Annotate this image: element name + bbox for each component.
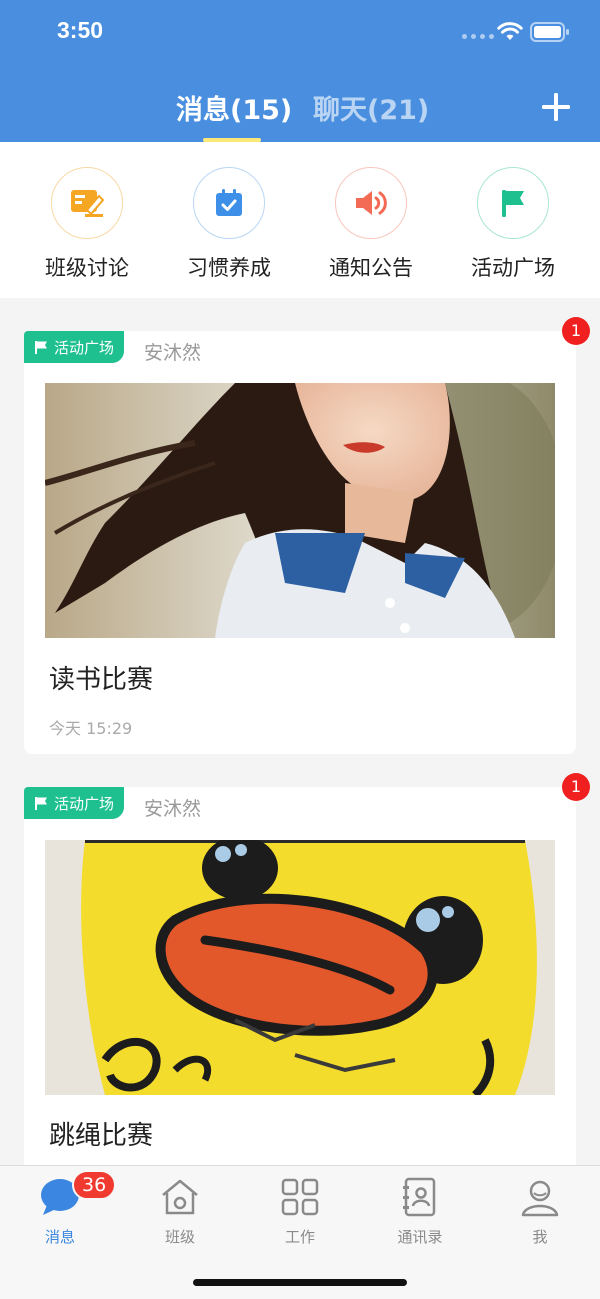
activity-tag: 活动广场: [24, 331, 125, 363]
tab-bar-me[interactable]: 我: [480, 1176, 600, 1247]
add-button[interactable]: [541, 92, 571, 122]
feed-card[interactable]: 活动广场 安沐然 1 读书比赛 今天 15:29: [24, 317, 590, 754]
card-time: 今天 15:29: [49, 719, 133, 738]
category-label: 习惯养成: [187, 256, 271, 280]
card-image[interactable]: [45, 840, 555, 1095]
top-tabs: 消息(15) 聊天(21): [0, 84, 600, 142]
discussion-icon: [51, 167, 123, 239]
status-bar: 3:50: [0, 0, 600, 64]
contacts-icon: [360, 1176, 480, 1218]
tab-bar-label: 我: [532, 1228, 548, 1246]
card-title: 跳绳比赛: [49, 1121, 154, 1151]
calendar-check-icon: [193, 167, 265, 239]
tab-bar-label: 班级: [164, 1228, 195, 1246]
tab-bar-label: 工作: [284, 1228, 315, 1246]
category-label: 班级讨论: [45, 256, 129, 280]
category-label: 通知公告: [329, 256, 413, 280]
card-title: 读书比赛: [49, 665, 154, 695]
category-label: 活动广场: [471, 256, 555, 280]
author-name: 安沐然: [144, 798, 202, 820]
tab-bar-label: 通讯录: [397, 1228, 443, 1246]
grid-icon: [240, 1176, 360, 1218]
unread-badge: 1: [562, 317, 590, 345]
category-class-discussion[interactable]: 班级讨论: [16, 167, 158, 282]
home-icon: [120, 1176, 240, 1218]
tab-bar-label: 消息: [44, 1228, 75, 1246]
message-count-badge: 36: [72, 1170, 117, 1200]
category-habit[interactable]: 习惯养成: [158, 167, 300, 282]
tag-label: 活动广场: [54, 338, 115, 357]
tab-bar-messages[interactable]: 消息 36: [0, 1170, 120, 1247]
status-time: 3:50: [57, 17, 104, 43]
category-notice[interactable]: 通知公告: [300, 167, 442, 282]
author-name: 安沐然: [144, 342, 202, 364]
tab-bar-contacts[interactable]: 通讯录: [360, 1176, 480, 1247]
speaker-icon: [335, 167, 407, 239]
wifi-icon: [497, 22, 523, 40]
category-activity[interactable]: 活动广场: [442, 167, 584, 282]
user-icon: [480, 1176, 600, 1218]
unread-badge: 1: [562, 773, 590, 801]
flag-icon: [35, 340, 47, 354]
feed-card[interactable]: 活动广场 安沐然 1 跳绳比赛: [24, 773, 590, 1177]
card-image[interactable]: [45, 383, 555, 638]
flag-icon: [477, 167, 549, 239]
activity-tag: 活动广场: [24, 787, 125, 819]
tag-label: 活动广场: [54, 794, 115, 813]
app-header: 3:50 消息(15) 聊天(21): [0, 0, 600, 142]
tab-messages[interactable]: 消息(15): [176, 88, 292, 127]
tab-bar-class[interactable]: 班级: [120, 1176, 240, 1247]
signal-icon: [462, 34, 494, 39]
category-row: 班级讨论 习惯养成 通知公告 活动广场: [0, 142, 600, 298]
battery-icon: [530, 22, 569, 42]
tab-chat[interactable]: 聊天(21): [313, 88, 429, 127]
tab-bar-work[interactable]: 工作: [240, 1176, 360, 1247]
home-indicator: [193, 1279, 407, 1286]
flag-icon: [35, 796, 47, 810]
